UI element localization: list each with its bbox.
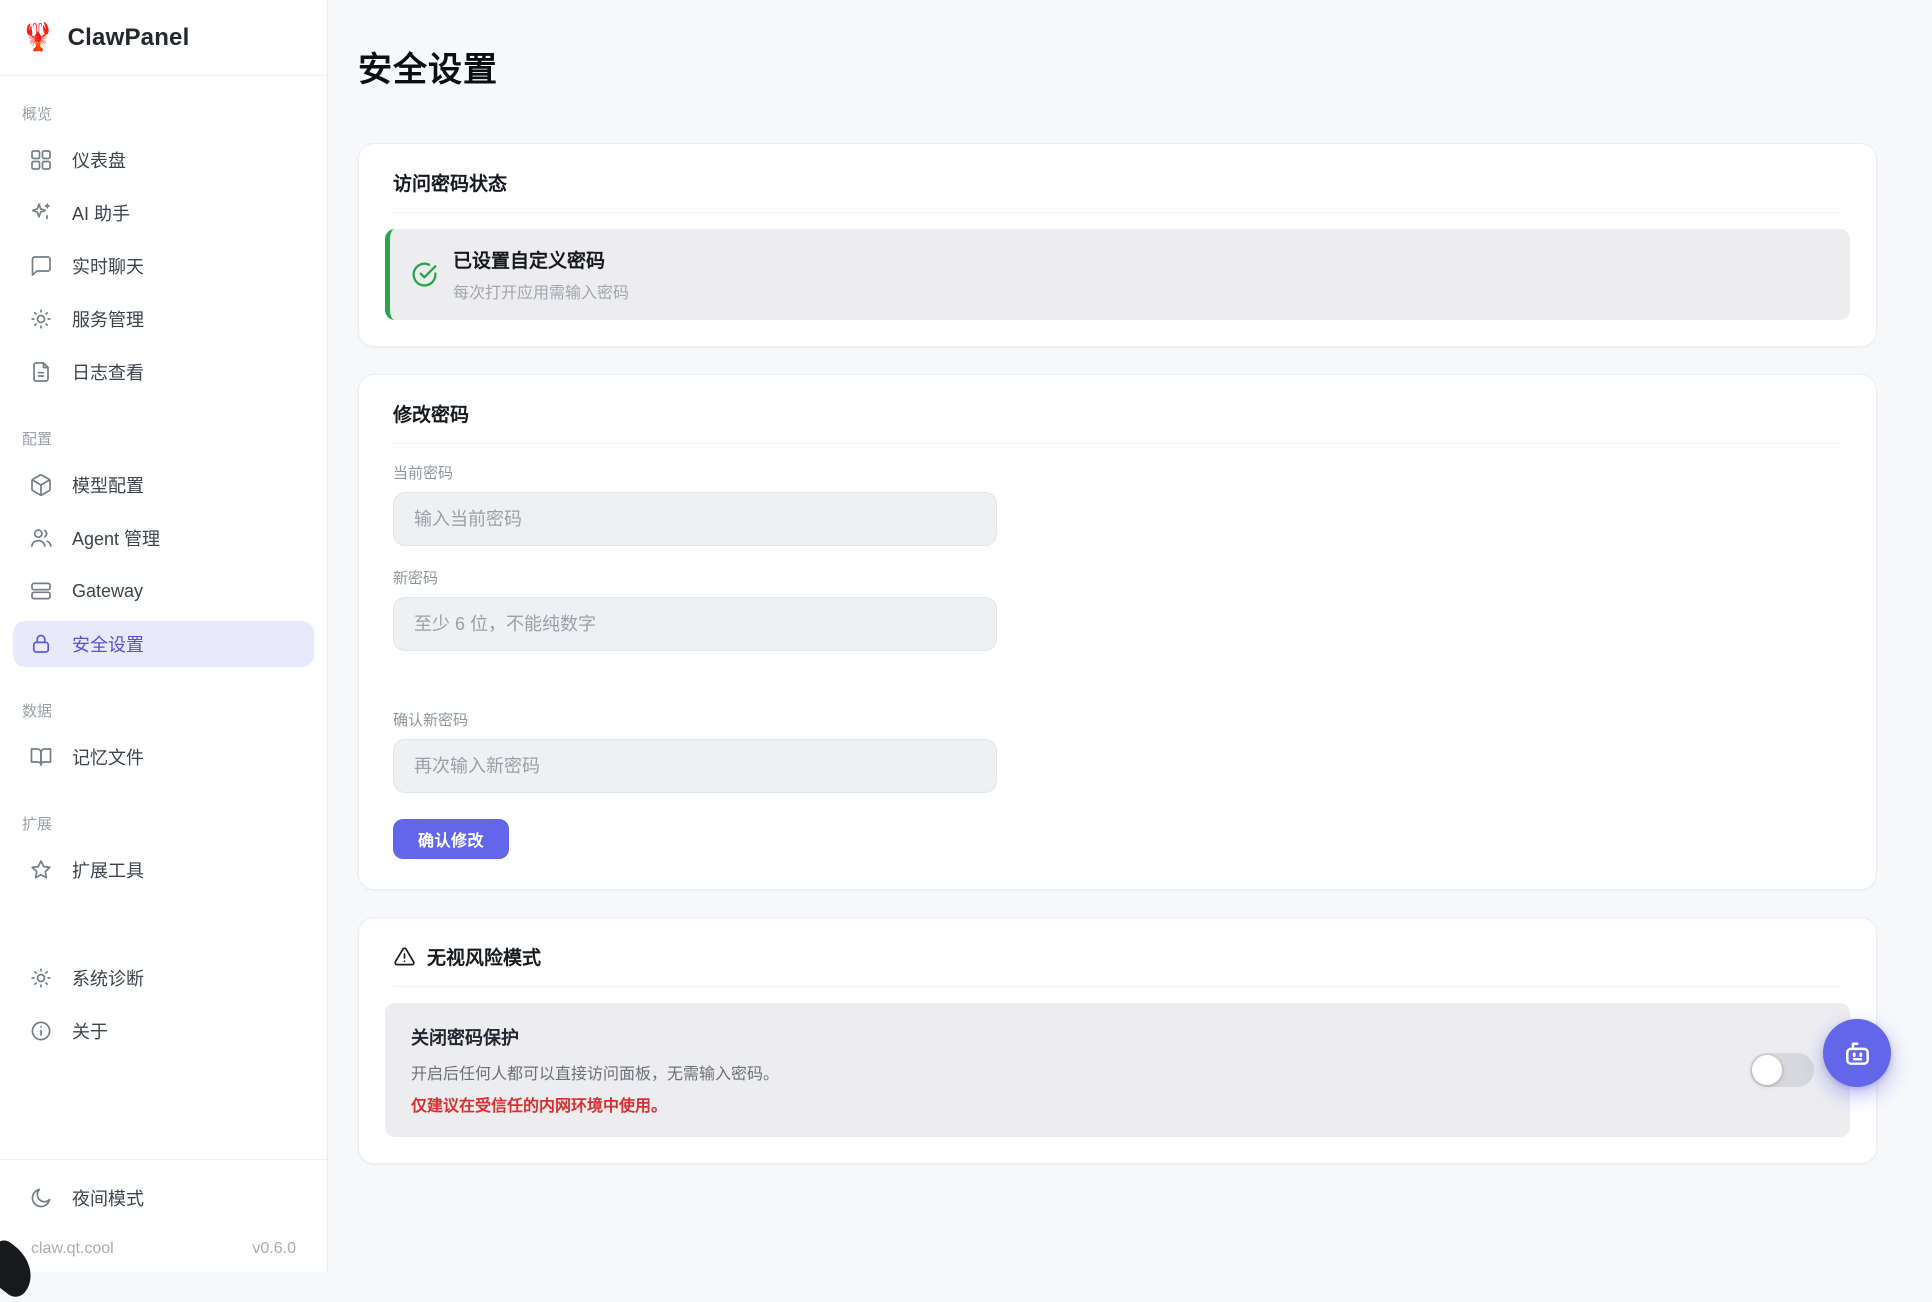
disable-password-toggle[interactable] (1750, 1053, 1814, 1087)
risk-box-desc: 开启后任何人都可以直接访问面板，无需输入密码。 (411, 1060, 779, 1084)
sidebar-item-memory-files[interactable]: 记忆文件 (13, 734, 314, 780)
nav-section-label: 配置 (22, 428, 314, 449)
night-mode-label: 夜间模式 (72, 1185, 144, 1211)
password-status-box: 已设置自定义密码 每次打开应用需输入密码 (385, 229, 1850, 320)
sidebar-item-label: 实时聊天 (72, 253, 144, 279)
nav-section: 配置模型配置 Agent 管理 Gateway 安全设置 (13, 428, 314, 667)
current-password-input[interactable] (393, 492, 997, 546)
chat-bubble-icon (29, 254, 53, 278)
sidebar-item-label: AI 助手 (72, 200, 130, 226)
nav-section: 扩展扩展工具 (13, 813, 314, 893)
toggle-knob (1752, 1055, 1782, 1085)
sidebar-nav: 概览仪表盘 AI 助手实时聊天服务管理日志查看配置模型配置 Agent 管理 Gate… (0, 76, 327, 1159)
password-status-header-label: 访问密码状态 (393, 169, 507, 196)
nav-section-label: 概览 (22, 103, 314, 124)
change-password-header-label: 修改密码 (393, 400, 469, 427)
current-password-label: 当前密码 (393, 462, 1842, 483)
sidebar-footer: 夜间模式 claw.qt.cool v0.6.0 (0, 1159, 327, 1272)
page-title: 安全设置 (358, 42, 1877, 91)
night-mode-toggle[interactable]: 夜间模式 (13, 1175, 314, 1221)
sidebar: 🦞 ClawPanel 概览仪表盘 AI 助手实时聊天服务管理日志查看配置模型配置… (0, 0, 328, 1272)
sidebar-item-dashboard[interactable]: 仪表盘 (13, 137, 314, 183)
new-password-label: 新密码 (393, 567, 1842, 588)
sidebar-item-label: 系统诊断 (72, 965, 144, 991)
sidebar-meta-row: claw.qt.cool v0.6.0 (13, 1228, 314, 1258)
nav-section-label: 扩展 (22, 813, 314, 834)
nav-section: 系统诊断关于 (13, 955, 314, 1054)
app-logo-row: 🦞 ClawPanel (0, 0, 327, 76)
check-circle-icon (410, 260, 439, 289)
version-label: v0.6.0 (252, 1240, 296, 1258)
sidebar-item-services[interactable]: 服务管理 (13, 296, 314, 342)
risk-mode-body: 关闭密码保护 开启后任何人都可以直接访问面板，无需输入密码。 仅建议在受信任的内… (359, 987, 1876, 1163)
sidebar-item-extensions[interactable]: 扩展工具 (13, 847, 314, 893)
current-password-field: 当前密码 (393, 462, 1842, 546)
sidebar-item-label: 模型配置 (72, 472, 144, 498)
confirm-change-button[interactable]: 确认修改 (393, 819, 509, 859)
sidebar-item-label: Gateway (72, 581, 143, 602)
warning-triangle-icon (393, 945, 416, 968)
nav-section-label: 数据 (22, 700, 314, 721)
risk-box-warning: 仅建议在受信任的内网环境中使用。 (411, 1092, 779, 1116)
confirm-password-label: 确认新密码 (393, 709, 1842, 730)
sidebar-item-label: 服务管理 (72, 306, 144, 332)
sidebar-item-label: 记忆文件 (72, 744, 144, 770)
new-password-input[interactable] (393, 597, 997, 651)
sidebar-item-label: Agent 管理 (72, 525, 160, 551)
users-icon (29, 526, 53, 550)
moon-icon (29, 1186, 53, 1210)
status-title: 已设置自定义密码 (453, 246, 629, 273)
sidebar-item-diagnostics[interactable]: 系统诊断 (13, 955, 314, 1001)
confirm-password-input[interactable] (393, 739, 997, 793)
sidebar-item-model-config[interactable]: 模型配置 (13, 462, 314, 508)
sun-icon (29, 966, 53, 990)
info-circle-icon (29, 1019, 53, 1043)
sun-icon (29, 307, 53, 331)
sidebar-item-logs[interactable]: 日志查看 (13, 349, 314, 395)
grid-icon (29, 148, 53, 172)
sidebar-item-gateway[interactable]: Gateway (13, 568, 314, 614)
server-icon (29, 579, 53, 603)
sidebar-item-live-chat[interactable]: 实时聊天 (13, 243, 314, 289)
lock-icon (29, 632, 53, 656)
change-password-header: 修改密码 (393, 375, 1842, 444)
sidebar-item-label: 仪表盘 (72, 147, 126, 173)
app-name: ClawPanel (68, 24, 190, 52)
sidebar-item-label: 关于 (72, 1018, 108, 1044)
risk-mode-card: 无视风险模式 关闭密码保护 开启后任何人都可以直接访问面板，无需输入密码。 仅建… (358, 917, 1877, 1164)
change-password-form: 当前密码新密码确认新密码 确认修改 (359, 444, 1876, 889)
status-desc: 每次打开应用需输入密码 (453, 279, 629, 303)
sidebar-item-label: 日志查看 (72, 359, 144, 385)
password-status-body: 已设置自定义密码 每次打开应用需输入密码 (359, 213, 1876, 346)
password-status-text: 已设置自定义密码 每次打开应用需输入密码 (453, 246, 629, 303)
assistant-fab-button[interactable] (1823, 1019, 1891, 1087)
nav-section: 数据记忆文件 (13, 700, 314, 780)
robot-icon (1841, 1037, 1874, 1070)
risk-mode-header: 无视风险模式 (393, 918, 1842, 987)
sidebar-item-security[interactable]: 安全设置 (13, 621, 314, 667)
domain-label: claw.qt.cool (31, 1240, 114, 1258)
sidebar-item-label: 扩展工具 (72, 857, 144, 883)
sidebar-item-about[interactable]: 关于 (13, 1008, 314, 1054)
cube-icon (29, 473, 53, 497)
file-text-icon (29, 360, 53, 384)
new-password-field: 新密码 (393, 567, 1842, 651)
sidebar-item-ai-helper[interactable]: AI 助手 (13, 190, 314, 236)
risk-mode-box: 关闭密码保护 开启后任何人都可以直接访问面板，无需输入密码。 仅建议在受信任的内… (385, 1003, 1850, 1137)
sparkles-icon (29, 201, 53, 225)
password-status-header: 访问密码状态 (393, 144, 1842, 213)
sidebar-item-label: 安全设置 (72, 631, 144, 657)
star-icon (29, 858, 53, 882)
risk-mode-text: 关闭密码保护 开启后任何人都可以直接访问面板，无需输入密码。 仅建议在受信任的内… (411, 1024, 779, 1116)
nav-section: 概览仪表盘 AI 助手实时聊天服务管理日志查看 (13, 103, 314, 395)
change-password-card: 修改密码 当前密码新密码确认新密码 确认修改 (358, 374, 1877, 890)
risk-mode-header-label: 无视风险模式 (427, 943, 541, 970)
sidebar-item-agents[interactable]: Agent 管理 (13, 515, 314, 561)
lobster-logo-icon: 🦞 (21, 24, 55, 51)
confirm-password-field: 确认新密码 (393, 709, 1842, 793)
password-status-card: 访问密码状态 已设置自定义密码 每次打开应用需输入密码 (358, 143, 1877, 347)
risk-box-title: 关闭密码保护 (411, 1024, 779, 1050)
main-content: 安全设置 访问密码状态 已设置自定义密码 每次打开应用需输入密码 修改密码 当前… (328, 0, 1932, 1272)
book-open-icon (29, 745, 53, 769)
